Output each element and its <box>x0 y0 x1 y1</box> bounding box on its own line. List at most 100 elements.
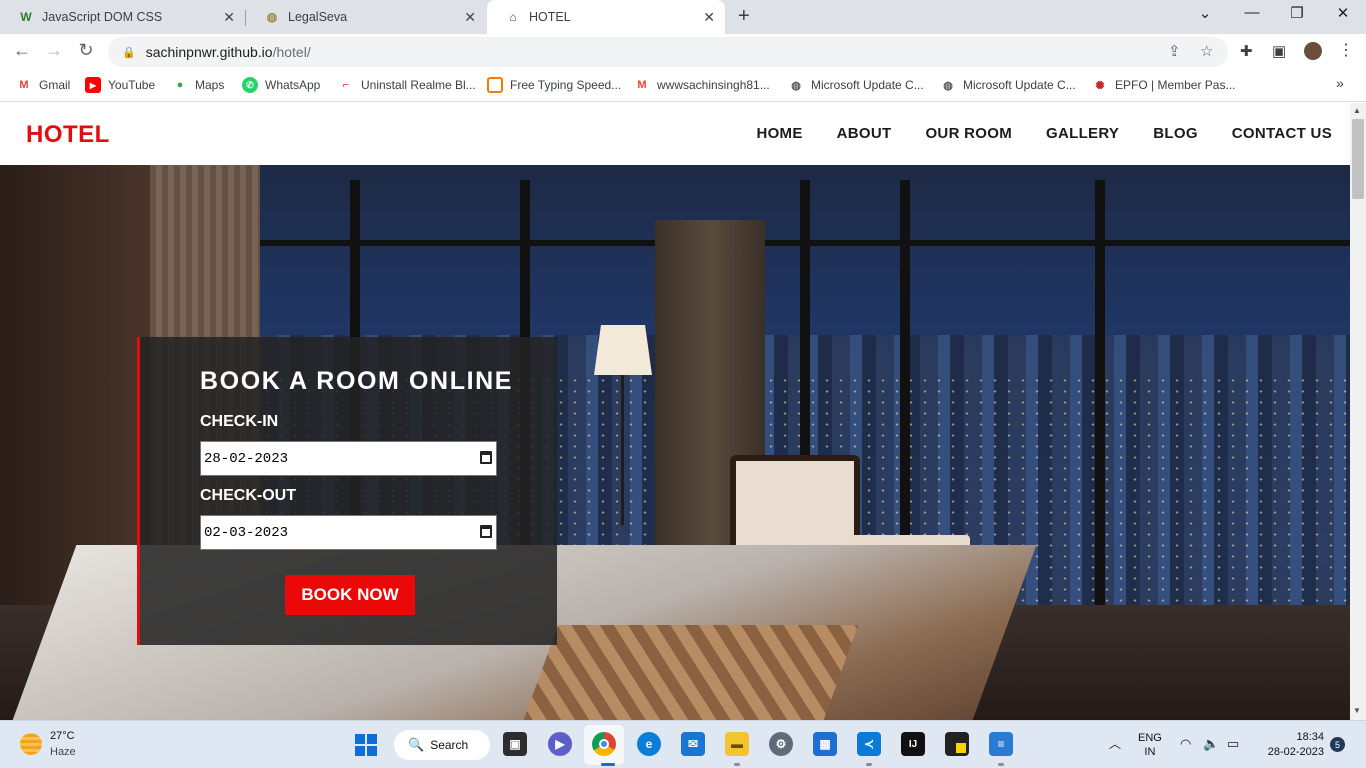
intellij-icon[interactable]: IJ <box>901 732 925 756</box>
chevron-up-icon[interactable]: ︿ <box>1109 735 1121 752</box>
minimize-icon[interactable]: — <box>1237 4 1267 21</box>
vscode-icon[interactable]: ≺ <box>857 732 881 756</box>
volume-icon[interactable]: 🔈 <box>1203 736 1219 752</box>
tab-javascript-dom-css[interactable]: W JavaScript DOM CSS ✕ <box>0 0 245 34</box>
checkout-value: 02-03-2023 <box>204 524 289 541</box>
bookmark-uninstall-realme[interactable]: ⌐ Uninstall Realme Bl... <box>338 77 476 93</box>
bookmark-gmail[interactable]: M Gmail <box>16 77 70 93</box>
weather-temperature[interactable]: 27°C <box>50 730 75 742</box>
bookmark-gmail-account[interactable]: Mwwwsachinsingh81... <box>634 77 770 93</box>
edge-icon[interactable]: e <box>637 732 661 756</box>
close-icon[interactable]: ✕ <box>703 9 715 26</box>
bookmark-label: YouTube <box>108 78 156 92</box>
globe-icon: ◍ <box>943 79 953 92</box>
bookmark-label: Gmail <box>39 78 71 92</box>
gmail-icon: M <box>19 79 29 91</box>
bed-runner <box>521 625 859 720</box>
bookmark-whatsapp[interactable]: ✆ WhatsApp <box>242 77 320 93</box>
system-clock[interactable]: 18:34 28-02-2023 <box>1258 730 1324 760</box>
bookmark-label: Free Typing Speed... <box>510 78 622 92</box>
close-icon[interactable]: ✕ <box>223 9 235 26</box>
settings-gear-icon[interactable]: ⚙ <box>769 732 793 756</box>
close-icon[interactable]: ✕ <box>464 9 476 26</box>
mail-icon[interactable]: ✉ <box>681 732 705 756</box>
new-tab-icon[interactable]: + <box>738 5 750 28</box>
profile-avatar[interactable] <box>1304 42 1322 60</box>
menu-dots-icon[interactable]: ⋮ <box>1338 40 1354 60</box>
nav-home[interactable]: HOME <box>756 125 802 142</box>
scroll-up-icon[interactable]: ▲ <box>1353 106 1361 115</box>
tab-legalseva[interactable]: ◍ LegalSeva ✕ <box>246 0 486 34</box>
microsoft-store-icon[interactable]: ▦ <box>813 732 837 756</box>
tab-title: JavaScript DOM CSS <box>42 10 163 24</box>
address-bar[interactable]: 🔒 sachinpnwr.github.io /hotel/ <box>108 37 1228 67</box>
nav-about[interactable]: ABOUT <box>837 125 892 142</box>
whatsapp-icon: ✆ <box>242 77 258 93</box>
search-icon: 🔍 <box>408 737 425 752</box>
clock-time: 18:34 <box>1296 731 1324 743</box>
bookmark-star-icon[interactable]: ☆ <box>1200 42 1213 60</box>
maps-pin-icon: ● <box>176 79 184 91</box>
chevron-down-icon[interactable]: ⌄ <box>1190 4 1220 22</box>
bookmark-maps[interactable]: ● Maps <box>172 77 225 93</box>
checkin-value: 28-02-2023 <box>204 450 289 467</box>
tab-hotel[interactable]: ⌂ HOTEL ✕ <box>487 0 725 34</box>
windows-start-icon[interactable] <box>355 734 377 756</box>
side-panel-icon[interactable]: ▣ <box>1272 42 1286 60</box>
close-window-icon[interactable]: ✕ <box>1328 4 1358 22</box>
checkin-date-input[interactable]: 28-02-2023 <box>200 441 497 476</box>
notepad-icon[interactable]: ≡ <box>989 732 1013 756</box>
url-host: sachinpnwr.github.io <box>145 44 273 60</box>
lock-icon[interactable]: 🔒 <box>122 46 136 59</box>
more-bookmarks-icon[interactable]: » <box>1336 75 1344 91</box>
bookmark-microsoft-update-2[interactable]: ◍ Microsoft Update C... <box>940 77 1076 93</box>
bookmark-epfo[interactable]: ✺ EPFO | Member Pas... <box>1092 77 1235 93</box>
calendar-icon[interactable] <box>480 451 492 464</box>
extensions-icon[interactable]: ✚ <box>1240 42 1253 60</box>
task-view-icon[interactable]: ▣ <box>503 732 527 756</box>
bookmarks-bar: M Gmail ▶ YouTube ● Maps ✆ WhatsApp ⌐ Uninsta… <box>0 70 1366 102</box>
bookmark-free-typing[interactable]: Free Typing Speed... <box>487 77 621 93</box>
bookmark-microsoft-update-1[interactable]: ◍ Microsoft Update C... <box>788 77 924 93</box>
taskbar-search[interactable]: 🔍 Search <box>394 730 490 760</box>
url-path: /hotel/ <box>272 44 311 60</box>
restore-icon[interactable]: ❐ <box>1282 4 1312 22</box>
floor-lamp <box>594 325 652 375</box>
battery-icon[interactable]: ▭ <box>1227 736 1239 752</box>
browser-toolbar: ← → ↻ 🔒 sachinpnwr.github.io /hotel/ ⇪ ☆… <box>0 34 1366 70</box>
share-icon[interactable]: ⇪ <box>1168 42 1181 60</box>
wifi-icon[interactable]: ◠ <box>1180 736 1191 752</box>
haze-weather-icon[interactable] <box>20 733 42 755</box>
lamp-pole <box>621 375 624 525</box>
weather-condition[interactable]: Haze <box>50 746 76 758</box>
site-logo[interactable]: HOTEL <box>26 121 110 149</box>
back-icon[interactable]: ← <box>10 40 34 61</box>
bookmark-label: WhatsApp <box>265 78 321 92</box>
scroll-down-icon[interactable]: ▼ <box>1353 706 1361 715</box>
windows-taskbar: 27°C Haze 🔍 Search ▣ ▶ e ✉ ▬ ⚙ ▦ ≺ IJ ≡ … <box>0 720 1366 768</box>
bookmark-label: Uninstall Realme Bl... <box>361 78 476 92</box>
bookmark-label: EPFO | Member Pas... <box>1115 78 1236 92</box>
notification-badge[interactable]: 5 <box>1330 737 1345 752</box>
bookmark-label: wwwsachinsingh81... <box>657 78 770 92</box>
sticky-notes-icon[interactable] <box>945 732 969 756</box>
reload-icon[interactable]: ↻ <box>74 40 98 61</box>
nav-contact-us[interactable]: CONTACT US <box>1232 125 1332 142</box>
page-scrollbar[interactable]: ▲ ▼ <box>1350 103 1366 720</box>
file-explorer-icon[interactable]: ▬ <box>725 732 749 756</box>
scrollbar-thumb[interactable] <box>1352 119 1364 199</box>
nav-blog[interactable]: BLOG <box>1153 125 1198 142</box>
tab-title: LegalSeva <box>288 10 348 24</box>
booking-form: BOOK A ROOM ONLINE CHECK-IN 28-02-2023 C… <box>137 337 557 645</box>
nav-gallery[interactable]: GALLERY <box>1046 125 1119 142</box>
teams-chat-icon[interactable]: ▶ <box>548 732 572 756</box>
language-indicator[interactable]: ENG IN <box>1138 731 1162 759</box>
nav-our-room[interactable]: OUR ROOM <box>925 125 1012 142</box>
bookmark-youtube[interactable]: ▶ YouTube <box>85 77 155 93</box>
book-now-button[interactable]: BOOK NOW <box>285 575 415 615</box>
forward-icon[interactable]: → <box>42 40 66 61</box>
checkout-date-input[interactable]: 02-03-2023 <box>200 515 497 550</box>
calendar-icon[interactable] <box>480 525 492 538</box>
clock-date: 28-02-2023 <box>1267 746 1324 758</box>
chrome-icon[interactable] <box>592 732 616 756</box>
